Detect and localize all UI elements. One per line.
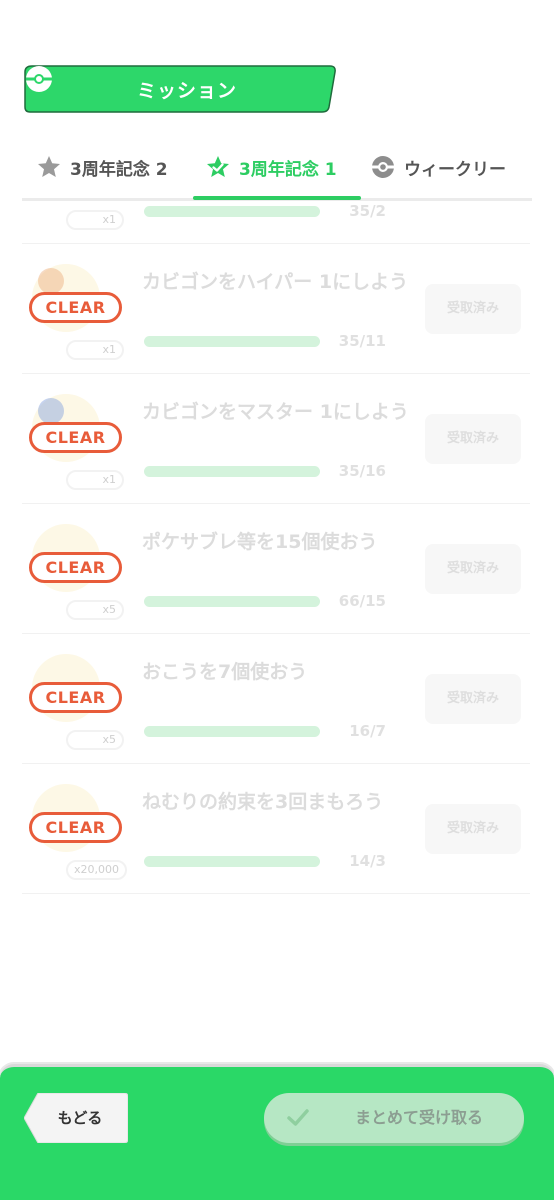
progress-bar — [144, 596, 320, 607]
star-check-icon — [207, 156, 229, 177]
tab-label: 3周年記念 2 — [70, 159, 168, 180]
claimed-button[interactable]: 受取済み — [425, 674, 521, 724]
mission-title: カビゴンをマスター 1にしよう — [142, 401, 409, 423]
clear-badge: CLEAR — [29, 292, 122, 323]
progress-count: 35/16 — [338, 462, 386, 480]
reward-quantity: x5 — [66, 730, 124, 750]
progress-bar — [144, 856, 320, 867]
list-item: x1 CLEAR カビゴンをマスター 1にしよう 35/16 受取済み — [22, 374, 530, 504]
list-item: x1 35/2 — [22, 202, 530, 244]
progress-bar — [144, 206, 320, 217]
list-item: x20,000 CLEAR ねむりの約束を3回まもろう 14/3 受取済み — [22, 764, 530, 894]
star-icon — [38, 156, 60, 177]
back-button[interactable]: もどる — [24, 1093, 128, 1143]
clear-badge: CLEAR — [29, 552, 122, 583]
reward-quantity: x1 — [66, 470, 124, 490]
progress-count: 35/11 — [338, 332, 386, 350]
tab-anniversary-1[interactable]: 3周年記念 1 — [205, 152, 337, 182]
reward-quantity: x20,000 — [66, 860, 127, 880]
active-tab-indicator — [193, 196, 361, 200]
bottom-action-panel: もどる まとめて受け取る — [0, 1064, 554, 1200]
mission-title: ねむりの約束を3回まもろう — [142, 791, 384, 813]
list-item: x5 CLEAR おこうを7個使おう 16/7 受取済み — [22, 634, 530, 764]
progress-bar — [144, 726, 320, 737]
clear-badge: CLEAR — [29, 812, 122, 843]
clear-badge: CLEAR — [29, 422, 122, 453]
mission-title: ポケサブレ等を15個使おう — [142, 531, 378, 553]
mission-title: カビゴンをハイパー 1にしよう — [142, 271, 409, 293]
progress-bar — [144, 466, 320, 477]
reward-quantity: x5 — [66, 600, 124, 620]
pokeball-icon — [372, 156, 394, 178]
progress-count: 16/7 — [349, 722, 386, 740]
claimed-button[interactable]: 受取済み — [425, 544, 521, 594]
progress-count: 66/15 — [338, 592, 386, 610]
reward-quantity: x1 — [66, 340, 124, 360]
clear-badge: CLEAR — [29, 682, 122, 713]
claimed-button[interactable]: 受取済み — [425, 804, 521, 854]
progress-count: 14/3 — [349, 852, 386, 870]
claimed-button[interactable]: 受取済み — [425, 414, 521, 464]
claim-all-label: まとめて受け取る — [354, 1108, 483, 1127]
progress-bar — [144, 336, 320, 347]
list-item: x1 CLEAR カビゴンをハイパー 1にしよう 35/11 受取済み — [22, 244, 530, 374]
mission-list[interactable]: x1 35/2 x1 CLEAR カビゴンをハイパー 1にしよう 35/11 受… — [0, 202, 554, 902]
claim-all-button[interactable]: まとめて受け取る — [264, 1093, 524, 1143]
list-item: x5 CLEAR ポケサブレ等を15個使おう 66/15 受取済み — [22, 504, 530, 634]
mission-title: おこうを7個使おう — [142, 661, 308, 683]
tab-bar: 3周年記念 2 3周年記念 1 ウィークリー — [0, 140, 554, 202]
checkmark-icon — [287, 1109, 309, 1126]
progress-count: 35/2 — [349, 202, 386, 220]
page-title: ミッション — [136, 80, 237, 102]
claimed-button[interactable]: 受取済み — [425, 284, 521, 334]
reward-quantity: x1 — [66, 210, 124, 230]
mission-header-banner: ミッション — [24, 64, 336, 114]
tab-weekly[interactable]: ウィークリー — [370, 152, 506, 182]
back-label: もどる — [57, 1109, 103, 1127]
tab-label: ウィークリー — [404, 159, 506, 180]
tab-label: 3周年記念 1 — [239, 159, 337, 180]
tab-anniversary-2[interactable]: 3周年記念 2 — [36, 152, 168, 182]
